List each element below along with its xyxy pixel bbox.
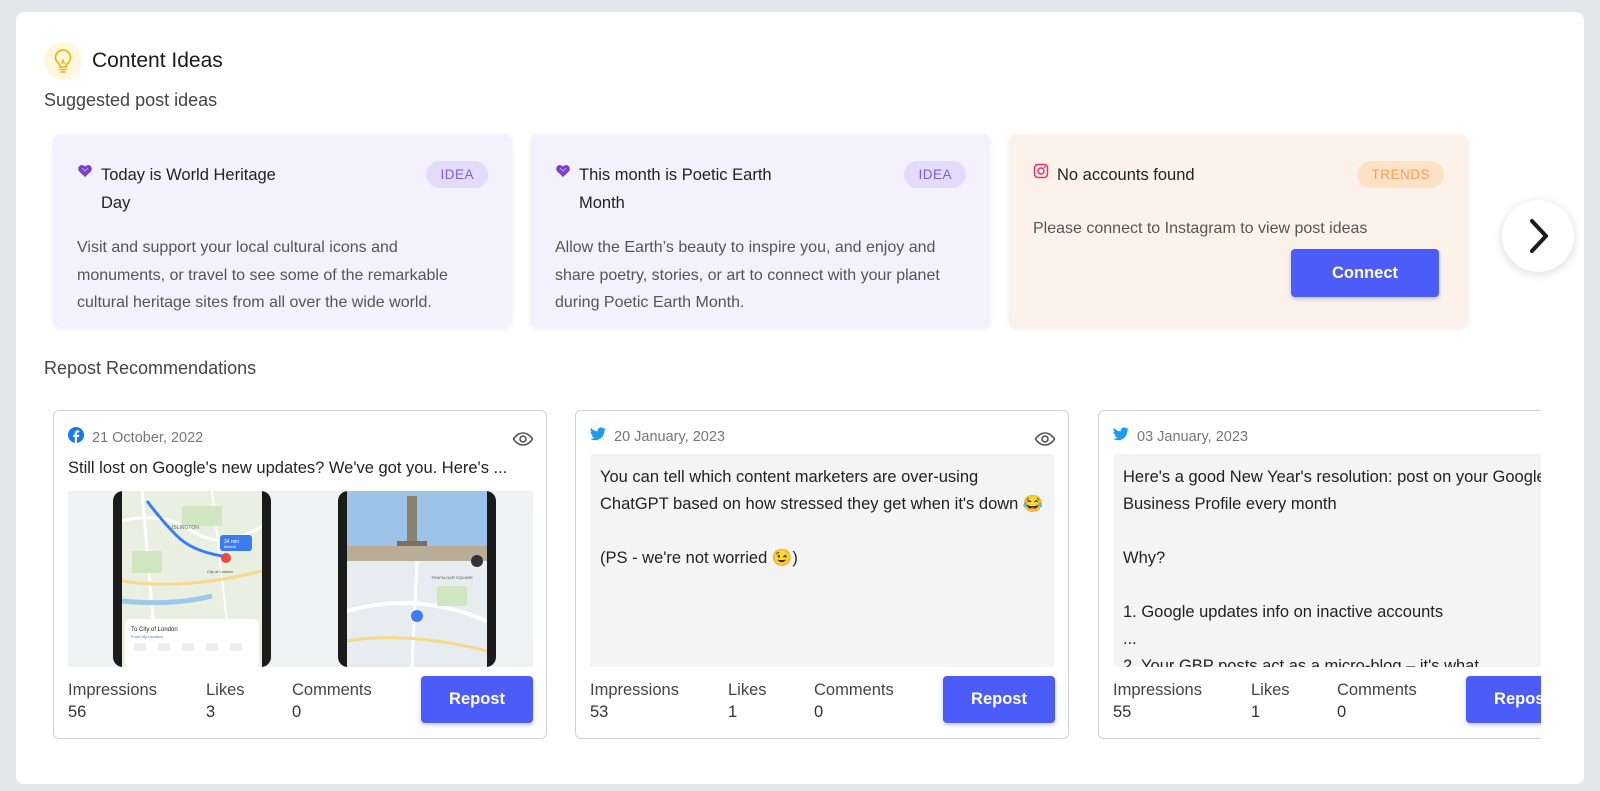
twitter-icon xyxy=(1113,427,1129,446)
comments-value: 0 xyxy=(1337,703,1347,721)
repost-section-title: Repost Recommendations xyxy=(44,358,257,378)
idea-card: This month is Poetic Earth Month IDEA Al… xyxy=(531,134,990,327)
content-ideas-panel: Content Ideas Suggested post ideas Today… xyxy=(16,12,1584,784)
post-stats: Impressions 56 Likes 3 Comments 0 xyxy=(68,679,372,723)
repost-card: 03 January, 2023 Here's a good New Year'… xyxy=(1098,410,1541,739)
comments-value: 0 xyxy=(292,703,302,721)
post-text: You can tell which content marketers are… xyxy=(590,454,1055,667)
trends-card: No accounts found TRENDS Please connect … xyxy=(1009,134,1468,327)
comments-label: Comments xyxy=(1337,681,1417,699)
idea-badge: IDEA xyxy=(426,161,488,188)
eye-icon[interactable] xyxy=(1034,431,1056,452)
eye-icon[interactable] xyxy=(512,431,534,452)
post-date: 03 January, 2023 xyxy=(1137,428,1248,445)
likes-value: 1 xyxy=(728,703,738,721)
impressions-label: Impressions xyxy=(68,681,157,699)
lightbulb-icon xyxy=(44,42,82,80)
post-date: 21 October, 2022 xyxy=(92,429,204,446)
comments-value: 0 xyxy=(814,703,824,721)
post-date: 20 January, 2023 xyxy=(614,428,725,445)
idea-badge: IDEA xyxy=(904,161,966,188)
suggested-section-title: Suggested post ideas xyxy=(44,90,218,110)
instagram-icon xyxy=(1033,163,1057,185)
page-title: Content Ideas xyxy=(92,49,223,72)
heart-icon xyxy=(555,163,579,185)
impressions-value: 53 xyxy=(590,703,609,721)
trends-badge: TRENDS xyxy=(1357,161,1444,188)
impressions-label: Impressions xyxy=(1113,681,1202,699)
idea-description: Allow the Earth’s beauty to inspire you,… xyxy=(555,239,940,311)
carousel-next-button[interactable] xyxy=(1502,200,1574,272)
chevron-right-icon xyxy=(1530,219,1548,253)
svg-text:City of London: City of London xyxy=(207,569,233,574)
repost-card: 21 October, 2022 Still lost on Google's … xyxy=(53,410,547,739)
phone-photo-image: TRAFALGAR SQUARE xyxy=(338,491,496,667)
phone-map-image: 34 min fastest ISLINGTON City of London … xyxy=(113,491,271,667)
svg-text:From My Location: From My Location xyxy=(131,634,163,639)
post-caption: Still lost on Google's new updates? We'v… xyxy=(68,459,508,477)
idea-title: Today is World Heritage Day xyxy=(101,166,276,212)
idea-title: This month is Poetic Earth Month xyxy=(579,166,772,212)
impressions-value: 56 xyxy=(68,703,87,721)
post-text: Here's a good New Year's resolution: pos… xyxy=(1113,454,1541,667)
svg-text:ISLINGTON: ISLINGTON xyxy=(172,525,199,531)
post-stats: Impressions 55 Likes 1 Comments 0 xyxy=(1113,679,1417,723)
likes-label: Likes xyxy=(728,681,767,699)
likes-label: Likes xyxy=(1251,681,1290,699)
svg-text:fastest: fastest xyxy=(224,544,237,549)
comments-label: Comments xyxy=(814,681,894,699)
post-stats: Impressions 53 Likes 1 Comments 0 xyxy=(590,679,894,723)
repost-carousel: 21 October, 2022 Still lost on Google's … xyxy=(53,410,1541,755)
connect-message: Please connect to Instagram to view post… xyxy=(1033,220,1368,237)
repost-card: 20 January, 2023 You can tell which cont… xyxy=(575,410,1069,739)
header: Content Ideas xyxy=(44,42,223,80)
repost-button[interactable]: Repost xyxy=(943,676,1055,723)
likes-value: 1 xyxy=(1251,703,1261,721)
impressions-value: 55 xyxy=(1113,703,1132,721)
heart-icon xyxy=(77,163,101,185)
twitter-icon xyxy=(590,427,606,446)
connect-button[interactable]: Connect xyxy=(1291,249,1439,297)
idea-title: No accounts found xyxy=(1057,166,1195,184)
post-image: 34 min fastest ISLINGTON City of London … xyxy=(68,491,533,667)
likes-label: Likes xyxy=(206,681,245,699)
idea-description: Visit and support your local cultural ic… xyxy=(77,239,448,311)
idea-card: Today is World Heritage Day IDEA Visit a… xyxy=(53,134,512,327)
repost-button[interactable]: Repost xyxy=(1466,676,1541,723)
facebook-icon xyxy=(68,427,84,448)
comments-label: Comments xyxy=(292,681,372,699)
repost-button[interactable]: Repost xyxy=(421,676,533,723)
svg-text:To City of London: To City of London xyxy=(131,627,178,633)
svg-text:TRAFALGAR SQUARE: TRAFALGAR SQUARE xyxy=(431,575,473,580)
likes-value: 3 xyxy=(206,703,216,721)
impressions-label: Impressions xyxy=(590,681,679,699)
